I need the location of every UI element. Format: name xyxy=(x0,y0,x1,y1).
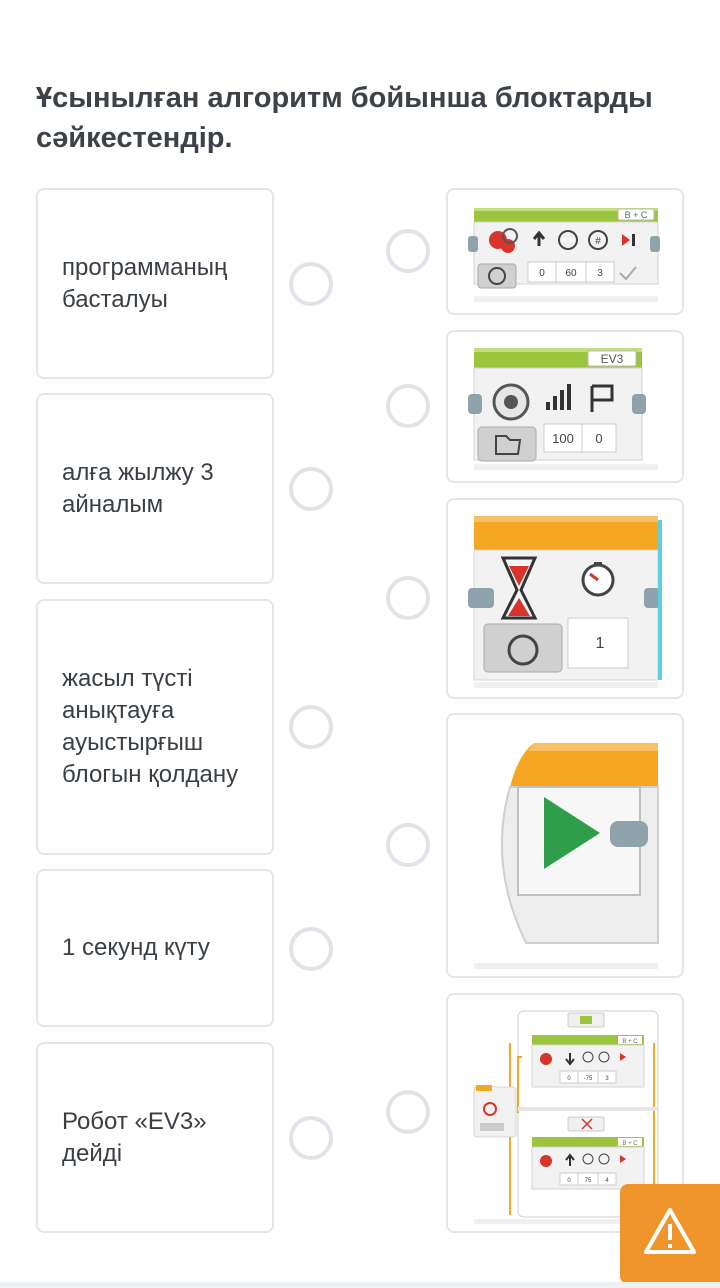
left-radio-4[interactable] xyxy=(289,927,333,971)
right-radio-3[interactable] xyxy=(386,576,430,620)
left-item-3[interactable]: жасыл түсті анықтауға ауыстырғыш блогын … xyxy=(36,599,274,855)
block-value: 0 xyxy=(539,268,545,279)
report-warning-button[interactable] xyxy=(620,1184,720,1284)
left-radio-2[interactable] xyxy=(289,467,333,511)
block-value: 100 xyxy=(552,431,574,446)
left-item-4[interactable]: 1 секунд күту xyxy=(36,869,274,1027)
left-item-label: жасыл түсті анықтауға ауыстырғыш блогын … xyxy=(62,665,239,788)
left-item-label: 1 секунд күту xyxy=(62,934,210,961)
warning-icon xyxy=(644,1208,696,1254)
port-label: EV3 xyxy=(601,352,624,366)
block-value: 1 xyxy=(596,635,605,652)
block-value: 60 xyxy=(565,268,577,279)
left-item-label: программаның басталуы xyxy=(62,253,228,313)
sound-block-icon: EV3 100 0 xyxy=(468,348,658,470)
bottom-divider xyxy=(0,1282,720,1288)
svg-text:#: # xyxy=(595,236,601,247)
port-label: B + C xyxy=(622,1141,638,1147)
wait-timer-block-icon: 1 xyxy=(468,516,662,688)
port-label: B + C xyxy=(625,210,648,220)
right-item-2[interactable]: EV3 100 0 xyxy=(446,330,684,483)
block-value: 75 xyxy=(585,1178,592,1184)
block-value: 0 xyxy=(595,431,602,446)
left-radio-3[interactable] xyxy=(289,705,333,749)
right-radio-5[interactable] xyxy=(386,1090,430,1134)
right-item-1[interactable]: B + C # 0 60 3 xyxy=(446,188,684,315)
move-steering-block-icon: B + C # 0 60 3 xyxy=(468,208,660,302)
right-radio-1[interactable] xyxy=(386,229,430,273)
left-item-label: Робот «EV3» дейді xyxy=(62,1107,207,1167)
block-value: -75 xyxy=(584,1076,593,1082)
left-item-5[interactable]: Робот «EV3» дейді xyxy=(36,1042,274,1233)
right-radio-2[interactable] xyxy=(386,384,430,428)
question-title: Ұсынылған алгоритм бойынша блоктарды сәй… xyxy=(36,82,653,154)
port-label: B + C xyxy=(622,1039,638,1045)
left-item-label: алға жылжу 3 айналым xyxy=(62,458,214,518)
start-block-icon xyxy=(474,743,659,969)
left-item-1[interactable]: программаның басталуы xyxy=(36,188,274,379)
left-radio-1[interactable] xyxy=(289,262,333,306)
block-value: 3 xyxy=(597,268,603,279)
right-radio-4[interactable] xyxy=(386,823,430,867)
left-radio-5[interactable] xyxy=(289,1116,333,1160)
right-item-3[interactable]: 1 xyxy=(446,498,684,699)
left-item-2[interactable]: алға жылжу 3 айналым xyxy=(36,393,274,584)
right-item-4[interactable] xyxy=(446,713,684,978)
